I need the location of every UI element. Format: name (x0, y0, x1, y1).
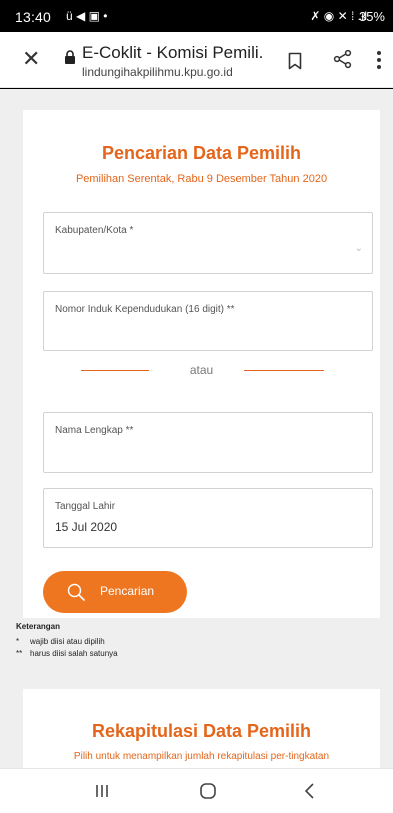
page-content: Pencarian Data Pemilih Pemilihan Serenta… (0, 89, 393, 768)
nik-field[interactable]: Nomor Induk Kependudukan (16 digit) ** (43, 291, 373, 351)
note-mark: * (16, 637, 20, 646)
divider-line-right (244, 370, 324, 371)
birth-date-label: Tanggal Lahir (55, 501, 116, 512)
browser-toolbar: ✕ E-Coklit - Komisi Pemili... lindungiha… (0, 32, 393, 88)
search-button-label: Pencarian (100, 584, 155, 598)
notes-section: Keterangan * wajib diisi atau dipilih ** h… (16, 622, 118, 661)
bookmark-icon[interactable] (288, 52, 302, 70)
back-icon[interactable] (300, 781, 320, 801)
home-icon[interactable] (198, 781, 218, 801)
status-bar: 13:40 ü ◀ ▣ • ✗ ◉ ✕ ⁞ .ıl 35% (0, 0, 393, 32)
search-subheading: Pemilihan Serentak, Rabu 9 Desember Tahu… (75, 173, 328, 185)
birth-date-field[interactable]: Tanggal Lahir 15 Jul 2020 (43, 488, 373, 548)
divider-text: atau (189, 363, 214, 377)
share-icon[interactable] (333, 49, 353, 69)
full-name-label: Nama Lengkap ** (55, 425, 134, 436)
chevron-down-icon: ⌄ (354, 243, 363, 254)
full-name-field[interactable]: Nama Lengkap ** (43, 412, 373, 473)
close-icon[interactable]: ✕ (22, 48, 40, 70)
notification-icons: ü ◀ ▣ • (66, 9, 108, 23)
search-card: Pencarian Data Pemilih Pemilihan Serenta… (23, 110, 380, 618)
battery-percentage: 35% (358, 9, 385, 24)
page-title: E-Coklit - Komisi Pemili... (82, 43, 262, 62)
birth-date-value: 15 Jul 2020 (55, 520, 118, 534)
search-icon (67, 583, 85, 601)
kabupaten-select[interactable]: Kabupaten/Kota * ⌄ (43, 212, 373, 274)
lock-icon (65, 50, 75, 64)
nik-label: Nomor Induk Kependudukan (16 digit) ** (55, 304, 235, 315)
recap-subheading: Pilih untuk menampilkan jumlah rekapitul… (73, 751, 330, 762)
more-icon[interactable] (376, 50, 382, 70)
note-text: harus diisi salah satunya (30, 649, 118, 658)
recap-heading: Rekapitulasi Data Pemilih (91, 721, 312, 741)
system-navigation-bar (0, 768, 393, 813)
note-mark: ** (16, 649, 23, 658)
recents-icon[interactable] (92, 781, 112, 801)
kabupaten-label: Kabupaten/Kota * (55, 225, 134, 236)
search-button[interactable]: Pencarian (43, 571, 187, 613)
or-divider: atau (23, 360, 380, 380)
status-time: 13:40 (15, 9, 52, 25)
notes-title: Keterangan (16, 622, 61, 631)
note-item: * wajib diisi atau dipilih (16, 637, 118, 646)
recap-card: Rekapitulasi Data Pemilih Pilih untuk me… (23, 689, 380, 768)
page-url[interactable]: lindungihakpilihmu.kpu.go.id (82, 65, 233, 79)
note-text: wajib diisi atau dipilih (30, 637, 105, 646)
note-item: ** harus diisi salah satunya (16, 649, 118, 658)
search-heading: Pencarian Data Pemilih (101, 143, 302, 163)
